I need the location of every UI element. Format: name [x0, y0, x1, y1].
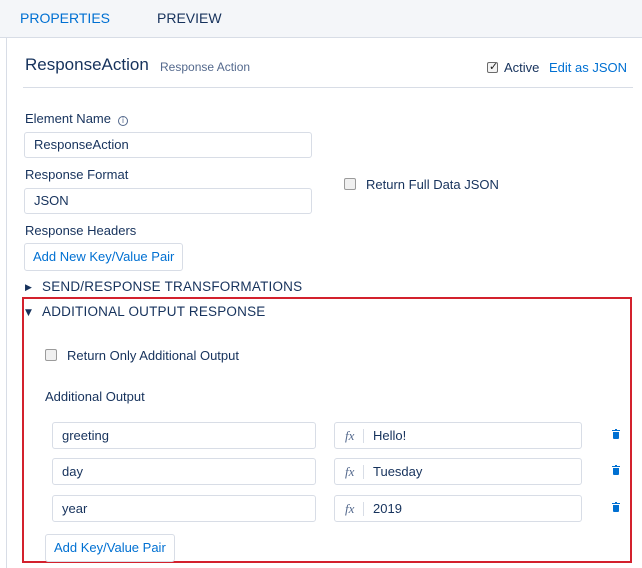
additional-output-label: Additional Output	[45, 389, 145, 404]
add-new-key-value-pair-button[interactable]: Add New Key/Value Pair	[24, 243, 184, 271]
output-value-text: Hello!	[373, 428, 407, 443]
fx-separator	[363, 429, 364, 443]
return-full-data-checkbox[interactable]	[344, 178, 356, 190]
send-response-transformations-section[interactable]: ▶ SEND/RESPONSE TRANSFORMATIONS	[25, 279, 302, 294]
active-label: Active	[504, 60, 540, 75]
response-format-label: Response Format	[25, 167, 129, 182]
trash-icon[interactable]	[612, 465, 620, 475]
fx-separator	[363, 465, 364, 479]
output-value-text: 2019	[373, 501, 402, 516]
response-headers-label: Response Headers	[25, 223, 137, 238]
tab-properties[interactable]: PROPERTIES	[20, 0, 110, 38]
return-only-additional-option[interactable]: Return Only Additional Output	[45, 348, 239, 363]
properties-panel: ResponseAction Response Action Active Ed…	[6, 38, 642, 568]
element-title: ResponseAction	[25, 55, 149, 74]
edit-as-json-link[interactable]: Edit as JSON	[549, 60, 627, 75]
output-key-input[interactable]: day	[52, 458, 316, 485]
trash-icon[interactable]	[612, 429, 620, 439]
info-icon[interactable]: i	[117, 116, 128, 126]
output-value-input[interactable]: fx 2019	[334, 495, 582, 522]
fx-separator	[363, 502, 364, 516]
output-value-input[interactable]: fx Tuesday	[334, 458, 582, 485]
caret-down-icon[interactable]: ▼	[25, 308, 33, 318]
fx-icon[interactable]: fx	[345, 496, 354, 521]
return-full-data-label: Return Full Data JSON	[366, 177, 499, 192]
element-name-label: Element Name i	[25, 111, 128, 126]
active-checkbox[interactable]	[487, 60, 498, 73]
return-only-additional-label: Return Only Additional Output	[67, 348, 239, 363]
active-toggle[interactable]: Active	[487, 60, 539, 75]
element-name-input[interactable]: ResponseAction	[24, 132, 312, 158]
return-only-additional-checkbox[interactable]	[45, 349, 57, 361]
add-key-value-pair-button[interactable]: Add Key/Value Pair	[45, 534, 175, 562]
output-value-input[interactable]: fx Hello!	[334, 422, 582, 449]
return-full-data-option[interactable]: Return Full Data JSON	[344, 177, 499, 192]
output-key-input[interactable]: greeting	[52, 422, 316, 449]
trash-icon[interactable]	[612, 502, 620, 512]
caret-right-icon[interactable]: ▶	[25, 283, 33, 293]
output-key-input[interactable]: year	[52, 495, 316, 522]
tab-preview[interactable]: PREVIEW	[157, 0, 222, 38]
header-divider	[23, 87, 633, 88]
fx-icon[interactable]: fx	[345, 459, 354, 484]
output-value-text: Tuesday	[373, 464, 423, 479]
fx-icon[interactable]: fx	[345, 423, 354, 448]
response-format-input[interactable]: JSON	[24, 188, 312, 214]
tab-bar: PROPERTIES PREVIEW	[0, 0, 642, 38]
element-type: Response Action	[160, 60, 251, 74]
additional-output-response-section[interactable]: ▼ ADDITIONAL OUTPUT RESPONSE	[25, 304, 266, 319]
